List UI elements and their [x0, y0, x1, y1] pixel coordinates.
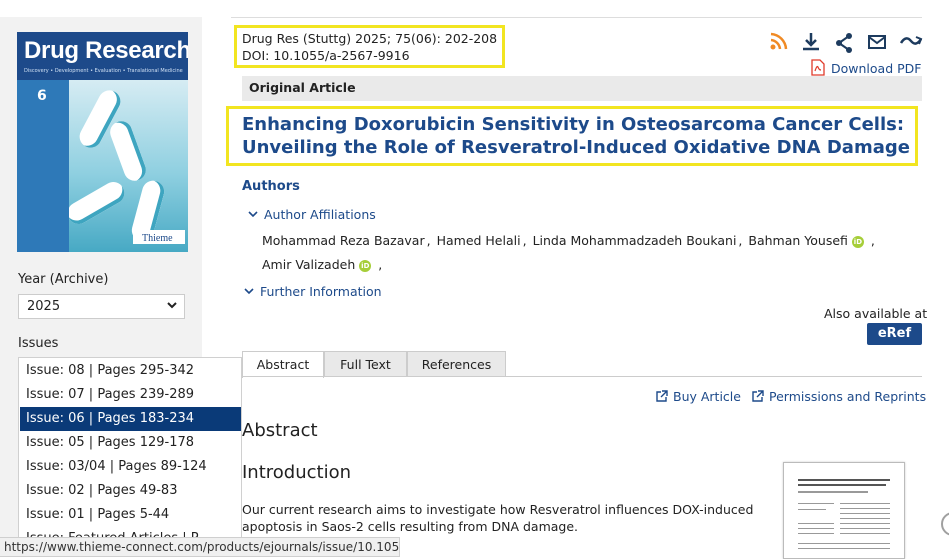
thumb-line: [798, 543, 890, 544]
author-affiliations-label: Author Affiliations: [264, 207, 376, 222]
capsule-graphic: [63, 177, 129, 229]
article-toolbar: [768, 31, 924, 53]
chevron-down-icon: [243, 284, 255, 299]
thumb-line: [840, 518, 890, 519]
doi-text[interactable]: DOI: 10.1055/a-2567-9916: [242, 47, 497, 64]
citation-text: Drug Res (Stuttg) 2025; 75(06): 202-208: [242, 31, 498, 46]
thumb-line: [798, 528, 834, 529]
author-name[interactable]: Hamed Helali: [437, 233, 521, 248]
buy-article-link[interactable]: Buy Article: [656, 389, 741, 405]
year-select[interactable]: 2025: [18, 294, 185, 319]
cover-tagline: Discovery • Development • Evaluation • T…: [24, 68, 183, 74]
external-link-icon: [656, 390, 668, 405]
author-name[interactable]: Linda Mohammadzadeh Boukani: [533, 233, 737, 248]
download-icon[interactable]: [800, 31, 822, 53]
year-select-value: 2025: [27, 299, 61, 314]
thumb-line: [840, 503, 890, 504]
tabs-divider: [242, 376, 922, 377]
rss-icon[interactable]: [768, 31, 790, 53]
thumb-line: [840, 508, 890, 509]
issues-list[interactable]: Issue: 08 | Pages 295-342 Issue: 07 | Pa…: [18, 357, 242, 547]
permissions-link[interactable]: Permissions and Reprints: [752, 389, 926, 405]
top-divider: [231, 17, 922, 18]
issues-label: Issues: [18, 336, 59, 351]
tab-full-text[interactable]: Full Text: [324, 351, 407, 376]
cover-issue-number: 6: [37, 88, 47, 104]
authors-list: Mohammad Reza Bazavar, Hamed Helali, Lin…: [262, 233, 875, 248]
thumb-line: [798, 479, 890, 481]
thumb-line: [840, 513, 890, 514]
mail-icon[interactable]: [866, 31, 888, 53]
thumb-line: [798, 533, 834, 534]
year-archive-label: Year (Archive): [18, 272, 109, 287]
download-pdf-label: Download PDF: [831, 61, 922, 76]
cover-header: Drug Research Discovery • Development • …: [17, 32, 188, 80]
thumb-line: [798, 484, 886, 486]
abstract-heading: Abstract: [242, 420, 318, 441]
thumb-line: [798, 503, 834, 504]
authors-list-continued: Amir Valizadeh iD,: [262, 257, 383, 272]
cover-title: Drug Research: [24, 37, 188, 64]
scroll-widget-icon[interactable]: [941, 512, 949, 536]
orcid-icon[interactable]: iD: [851, 235, 864, 248]
orcid-icon[interactable]: iD: [359, 259, 372, 272]
cite-icon[interactable]: [899, 31, 923, 53]
author-name[interactable]: Bahman Yousefi: [748, 233, 848, 248]
thumb-line: [798, 509, 826, 510]
journal-cover[interactable]: Drug Research Discovery • Development • …: [17, 32, 188, 252]
article-first-page-thumbnail[interactable]: [783, 462, 905, 559]
tab-abstract[interactable]: Abstract: [242, 351, 324, 378]
issue-item[interactable]: Issue: 07 | Pages 239-289: [20, 383, 241, 407]
buy-article-label: Buy Article: [673, 389, 741, 404]
further-information-toggle[interactable]: Further Information: [243, 284, 382, 299]
issue-item[interactable]: Issue: 05 | Pages 129-178: [20, 431, 241, 455]
eref-button[interactable]: eRef: [867, 323, 922, 345]
author-affiliations-toggle[interactable]: Author Affiliations: [247, 207, 376, 222]
tab-references[interactable]: References: [407, 351, 506, 376]
share-icon[interactable]: [833, 31, 855, 53]
issue-item[interactable]: Issue: 08 | Pages 295-342: [20, 359, 241, 383]
author-name[interactable]: Amir Valizadeh: [262, 257, 355, 272]
issue-item-selected[interactable]: Issue: 06 | Pages 183-234: [20, 407, 241, 431]
capsule-graphic: [107, 118, 149, 184]
further-information-label: Further Information: [260, 284, 382, 299]
author-name[interactable]: Mohammad Reza Bazavar: [262, 233, 425, 248]
cover-contents-band: [17, 80, 69, 252]
external-link-icon: [752, 390, 764, 405]
thumb-line: [798, 548, 890, 549]
citation-block: Drug Res (Stuttg) 2025; 75(06): 202-208 …: [242, 30, 497, 64]
issue-item[interactable]: Issue: 03/04 | Pages 89-124: [20, 455, 241, 479]
abstract-text: Our current research aims to investigate…: [242, 502, 754, 534]
issue-item[interactable]: Issue: 01 | Pages 5-44: [20, 503, 241, 527]
permissions-label: Permissions and Reprints: [769, 389, 927, 404]
browser-status-url: https://www.thieme-connect.com/products/…: [0, 537, 400, 557]
thumb-line: [840, 528, 890, 529]
thumb-line: [840, 523, 890, 524]
thumb-line: [798, 491, 868, 493]
chevron-down-icon: [166, 298, 178, 315]
issue-item[interactable]: Issue: 02 | Pages 49-83: [20, 479, 241, 503]
introduction-heading: Introduction: [242, 462, 352, 483]
also-available-label: Also available at: [824, 306, 928, 321]
article-title: Enhancing Doxorubicin Sensitivity in Ost…: [242, 114, 910, 158]
chevron-down-icon: [247, 207, 259, 222]
thumb-line: [840, 533, 890, 534]
thumb-line: [798, 523, 834, 524]
thieme-logo: Thieme: [142, 233, 173, 244]
authors-heading: Authors: [242, 179, 300, 194]
article-type-label: Original Article: [249, 80, 356, 95]
